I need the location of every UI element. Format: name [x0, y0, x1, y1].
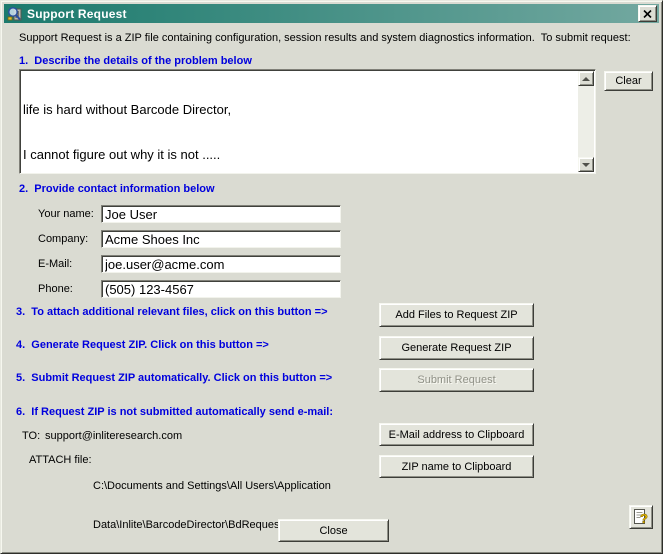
- submit-request-button: Submit Request: [379, 368, 534, 392]
- zip-name-to-clipboard-button[interactable]: ZIP name to Clipboard: [379, 455, 534, 478]
- scroll-down-button[interactable]: [578, 157, 594, 172]
- close-button[interactable]: Close: [278, 519, 389, 542]
- generate-zip-button[interactable]: Generate Request ZIP: [379, 336, 534, 360]
- arrow-up-icon: [582, 77, 590, 81]
- scroll-up-button[interactable]: [578, 71, 594, 86]
- vertical-scrollbar[interactable]: [578, 71, 594, 172]
- phone-label: Phone:: [38, 283, 73, 295]
- close-x-icon: [643, 10, 652, 18]
- step1-heading: 1. Describe the details of the problem b…: [19, 55, 252, 67]
- email-input[interactable]: [101, 255, 341, 273]
- arrow-down-icon: [582, 163, 590, 167]
- help-button[interactable]: ?: [629, 505, 653, 529]
- to-label: TO:: [22, 430, 40, 442]
- your-name-label: Your name:: [38, 208, 94, 220]
- step3-text: 3. To attach additional relevant files, …: [16, 306, 328, 318]
- close-window-button[interactable]: [638, 5, 657, 22]
- problem-line: life is hard without Barcode Director,: [23, 102, 575, 117]
- phone-input[interactable]: [101, 280, 341, 298]
- support-request-dialog: Support Request Support Request is a ZIP…: [0, 0, 663, 554]
- problem-text: life is hard without Barcode Director, I…: [23, 72, 575, 171]
- add-files-button[interactable]: Add Files to Request ZIP: [379, 303, 534, 327]
- attach-file-label: ATTACH file:: [29, 454, 92, 466]
- app-magnifier-icon: [7, 6, 23, 22]
- help-document-icon: ?: [632, 508, 650, 526]
- to-email-value: support@inliteresearch.com: [45, 430, 182, 442]
- intro-text: Support Request is a ZIP file containing…: [19, 32, 631, 44]
- step5-text: 5. Submit Request ZIP automatically. Cli…: [16, 372, 332, 384]
- problem-line: I cannot figure out why it is not .....: [23, 147, 575, 162]
- titlebar[interactable]: Support Request: [4, 4, 659, 23]
- step6-heading: 6. If Request ZIP is not submitted autom…: [16, 406, 333, 418]
- step2-heading: 2. Provide contact information below: [19, 183, 215, 195]
- email-to-clipboard-button[interactable]: E-Mail address to Clipboard: [379, 423, 534, 446]
- step4-text: 4. Generate Request ZIP. Click on this b…: [16, 339, 269, 351]
- attach-path-line: C:\Documents and Settings\All Users\Appl…: [93, 480, 331, 493]
- clear-button[interactable]: Clear: [604, 71, 653, 91]
- svg-text:?: ?: [640, 511, 648, 526]
- problem-textarea[interactable]: life is hard without Barcode Director, I…: [19, 69, 596, 174]
- your-name-input[interactable]: [101, 205, 341, 223]
- company-input[interactable]: [101, 230, 341, 248]
- email-label: E-Mail:: [38, 258, 72, 270]
- window-title: Support Request: [27, 7, 127, 21]
- company-label: Company:: [38, 233, 88, 245]
